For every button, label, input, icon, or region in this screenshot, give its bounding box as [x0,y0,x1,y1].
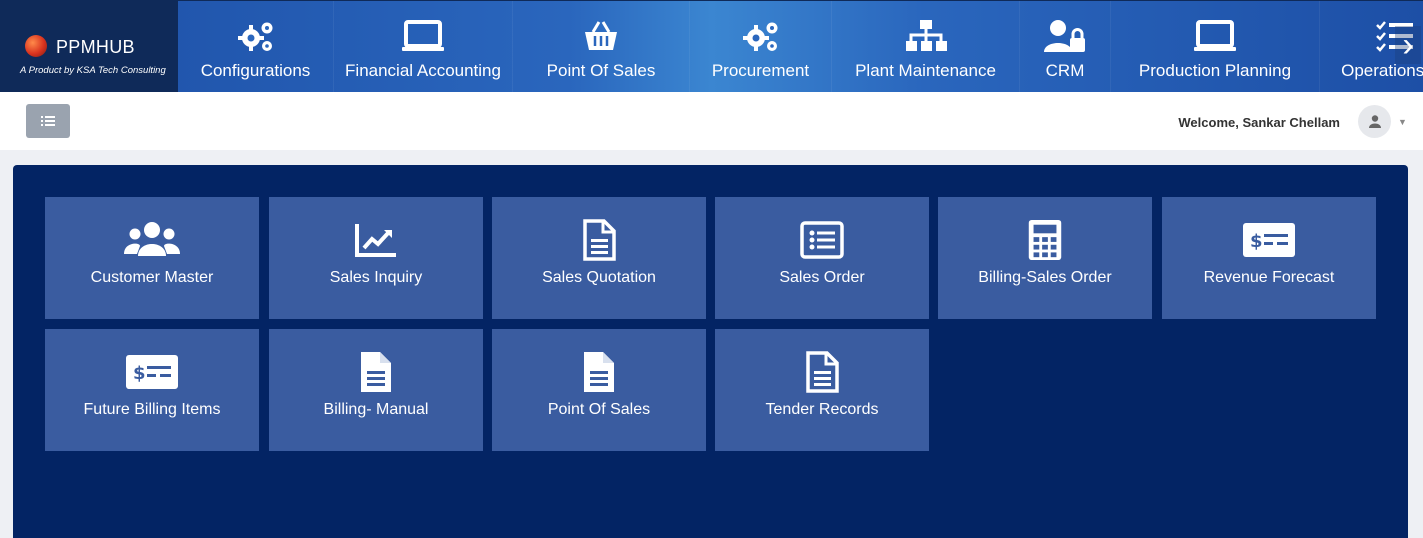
nav-item-production-planning[interactable]: Production Planning [1111,1,1320,92]
file-solid-icon [584,352,614,392]
brand-logo-icon [25,35,47,57]
nav-label: Operations Or [1341,61,1423,80]
chevron-down-icon[interactable]: ▼ [1398,117,1407,127]
nav-label: Financial Accounting [345,61,501,80]
top-navigation: PPMHUB A Product by KSA Tech Consulting … [0,0,1423,92]
brand[interactable]: PPMHUB A Product by KSA Tech Consulting [0,1,178,92]
laptop-icon [1194,20,1236,51]
gears-icon [742,22,777,51]
tile-tender-records[interactable]: Tender Records [715,329,929,451]
file-icon [806,351,839,393]
list-alt-icon [800,221,844,259]
gears-icon [237,22,272,51]
file-icon [583,219,616,261]
tile-label: Point Of Sales [547,401,651,418]
money-check-icon: $ [1243,223,1295,257]
money-check-icon: $ [126,355,178,389]
nav-label: Plant Maintenance [855,61,996,80]
tile-label: Sales Quotation [542,269,656,286]
basket-icon [585,21,617,50]
tile-label: Revenue Forecast [1203,269,1335,286]
nav-label: Procurement [711,61,810,80]
tile-future-billing-items[interactable]: $ Future Billing Items [45,329,259,451]
sub-header: Welcome, Sankar Chellam ▼ [0,92,1423,150]
tile-billing-manual[interactable]: Billing- Manual [269,329,483,451]
file-solid-icon [361,352,391,392]
user-avatar[interactable] [1358,105,1391,138]
tile-label: Future Billing Items [83,401,221,418]
nav-label: Point Of Sales [546,61,656,80]
menu-toggle-button[interactable] [26,104,70,138]
modules-panel: Customer Master Sales Inquiry Sales Quot… [13,165,1408,538]
tile-label: Tender Records [765,401,879,418]
tile-sales-order[interactable]: Sales Order [715,197,929,319]
nav-item-configurations[interactable]: Configurations [178,1,334,92]
sitemap-icon [905,20,947,51]
nav-next-arrow-icon[interactable]: › [1395,26,1421,64]
users-icon [124,222,180,256]
nav-item-point-of-sales[interactable]: Point Of Sales [513,1,690,92]
svg-text:$: $ [1250,231,1263,252]
tile-sales-quotation[interactable]: Sales Quotation [492,197,706,319]
tile-point-of-sales[interactable]: Point Of Sales [492,329,706,451]
nav-item-financial-accounting[interactable]: Financial Accounting [334,1,513,92]
nav-label: Configurations [200,61,311,80]
tile-label: Sales Order [779,269,865,286]
tile-billing-sales-order[interactable]: Billing-Sales Order [938,197,1152,319]
tile-revenue-forecast[interactable]: $ Revenue Forecast [1162,197,1376,319]
nav-label: Production Planning [1138,61,1292,80]
chart-line-icon [355,224,396,257]
brand-tagline: A Product by KSA Tech Consulting [20,65,166,76]
nav-label: CRM [1045,61,1085,80]
tile-customer-master[interactable]: Customer Master [45,197,259,319]
brand-name: PPMHUB [56,37,135,57]
list-icon [41,116,55,126]
laptop-icon [402,20,444,51]
tile-sales-inquiry[interactable]: Sales Inquiry [269,197,483,319]
tile-label: Billing-Sales Order [978,269,1112,286]
tile-label: Billing- Manual [323,401,429,418]
tile-label: Sales Inquiry [329,269,423,286]
nav-item-procurement[interactable]: Procurement [690,1,832,92]
nav-item-crm[interactable]: CRM [1020,1,1111,92]
welcome-text: Welcome, Sankar Chellam [1178,115,1340,130]
user-icon [1368,115,1381,128]
user-lock-icon [1044,20,1085,52]
tile-label: Customer Master [90,269,214,286]
calculator-icon [1028,219,1062,261]
svg-text:$: $ [133,363,146,384]
nav-item-plant-maintenance[interactable]: Plant Maintenance [832,1,1020,92]
